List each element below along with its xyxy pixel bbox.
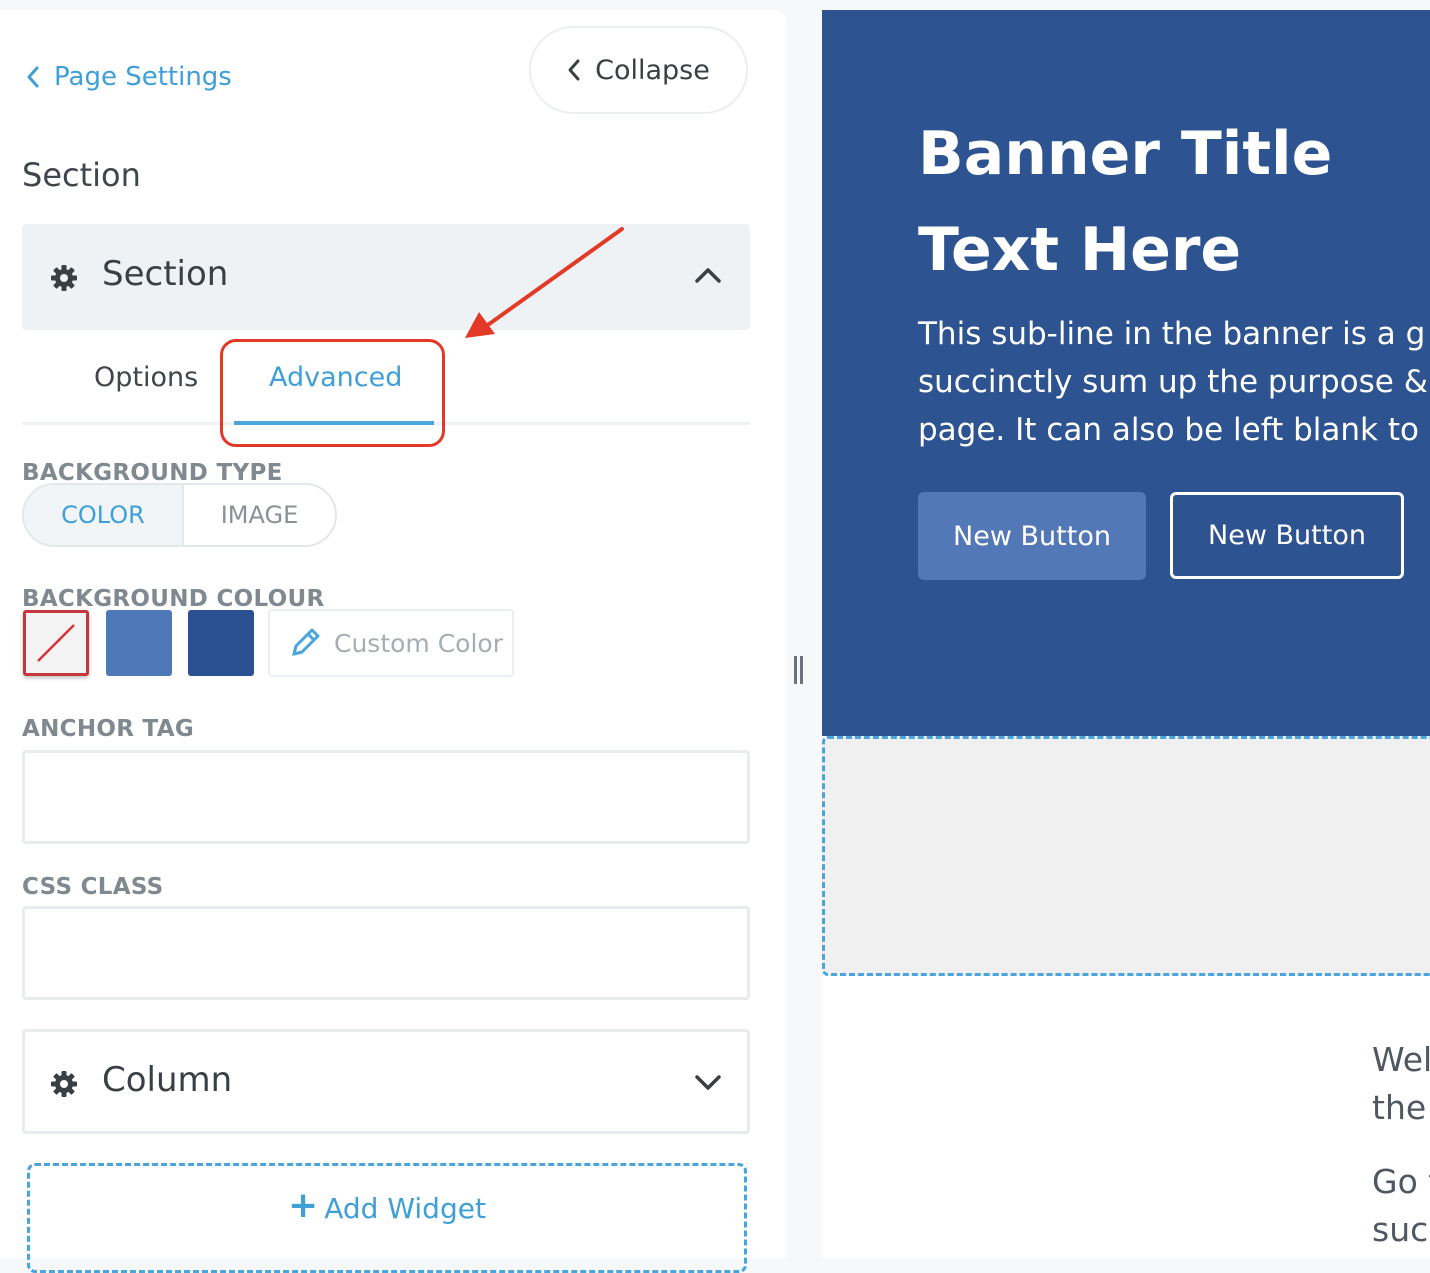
anchor-tag-label: ANCHOR TAG [22,716,195,742]
banner-section[interactable]: Banner Title Text Here This sub-line in … [822,10,1430,736]
css-class-label: CSS CLASS [22,874,164,900]
banner-primary-button[interactable]: New Button [918,492,1146,580]
body-paragraph: Go t sucl [1372,1162,1430,1249]
back-link-label: Page Settings [54,62,232,92]
section-accordion-title: Section [102,254,229,294]
panel-resize-handle[interactable] [792,656,806,684]
collapse-button[interactable]: Collapse [529,26,748,114]
swatch-light-blue[interactable] [106,610,172,676]
annotation-highlight-box [220,339,445,447]
add-widget-button[interactable]: + Add Widget [27,1163,747,1273]
anchor-tag-input[interactable] [22,750,750,844]
chevron-left-icon [568,59,580,81]
gear-icon [51,1071,77,1097]
collapse-button-label: Collapse [595,54,710,86]
section-accordion-header[interactable]: Section [22,224,750,330]
background-type-image-option[interactable]: IMAGE [184,485,335,545]
body-paragraph: Wel the [1372,1040,1430,1127]
add-widget-label: Add Widget [324,1192,486,1225]
banner-subtitle[interactable]: This sub-line in the banner is a g succi… [918,310,1430,454]
chevron-up-icon[interactable] [694,266,722,284]
annotation-arrow-icon [465,227,624,338]
swatch-none[interactable] [23,610,89,676]
custom-color-label: Custom Color [334,628,503,658]
chevron-left-icon [27,66,39,88]
swatch-dark-blue[interactable] [188,610,254,676]
column-accordion-header[interactable]: Column [22,1029,750,1134]
plus-icon: + [288,1185,319,1226]
back-to-page-settings-link[interactable]: Page Settings [26,62,232,92]
css-class-input[interactable] [22,906,750,1000]
tab-options[interactable]: Options [94,362,198,393]
gear-icon [51,265,77,291]
empty-section-drop-zone[interactable] [822,736,1430,976]
pencil-icon [292,628,320,656]
column-accordion-title: Column [102,1060,233,1100]
banner-secondary-button[interactable]: New Button [1170,492,1404,579]
background-type-color-option[interactable]: COLOR [24,485,184,545]
custom-color-button[interactable]: Custom Color [268,609,514,677]
banner-title[interactable]: Banner Title Text Here [918,106,1430,298]
section-heading: Section [22,156,141,194]
background-type-toggle: COLOR IMAGE [22,483,337,547]
no-color-slash-icon [37,624,75,662]
chevron-down-icon[interactable] [694,1074,722,1092]
